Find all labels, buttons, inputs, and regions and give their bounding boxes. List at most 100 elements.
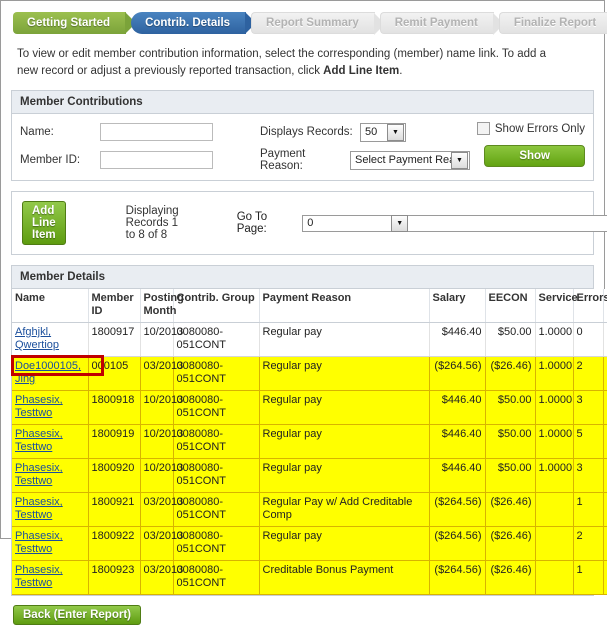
show-errors-only-row[interactable]: Show Errors Only [477, 122, 585, 135]
column-header-name: Name [12, 289, 88, 323]
cell-posting-month: 10/2013 [140, 391, 173, 425]
name-link-wrap: Phasesix, Testtwo [15, 496, 63, 521]
cell-payment-reason: Regular Pay w/ Add Creditable Comp [259, 493, 429, 527]
back-enter-report-button[interactable]: Back (Enter Report) [13, 605, 141, 625]
wizard-step-label: Report Summary [266, 17, 359, 29]
table-body: Afghjkl, Qwertiop180091710/20130080080-0… [12, 323, 607, 595]
cell-service: 1.0000 [535, 391, 573, 425]
cell-salary: $446.40 [429, 459, 485, 493]
cell-errors: 2 [573, 527, 603, 561]
cell-member-id: 1800921 [88, 493, 140, 527]
cell-name: Phasesix, Testtwo [12, 459, 88, 493]
payment-reason-row: Payment Reason: Select Payment Reas ▼ [260, 150, 470, 170]
cell-eecon: $50.00 [485, 323, 535, 357]
member-name-link[interactable]: Phasesix, Testtwo [15, 496, 63, 521]
table-row: Phasesix, Testtwo180092303/20130080080-0… [12, 561, 607, 595]
go-to-page-group: Go To Page: 0 ▼ [237, 211, 607, 235]
instruction-line-2-post: . [399, 65, 402, 77]
cell-payment-reason: Regular pay [259, 527, 429, 561]
show-button[interactable]: Show [484, 145, 585, 167]
chevron-down-icon: ▼ [387, 124, 404, 141]
table-row: Doe1000105, Jing00010503/20130080080-051… [12, 357, 607, 391]
go-to-page-label: Go To Page: [237, 211, 298, 235]
cell-posting-month: 10/2013 [140, 459, 173, 493]
column-header-member-id: Member ID [88, 289, 140, 323]
member-id-field-row: Member ID: [20, 150, 260, 170]
cell-salary: $446.40 [429, 323, 485, 357]
member-name-link[interactable]: Phasesix, Testtwo [15, 394, 63, 419]
cell-eecon: $50.00 [485, 459, 535, 493]
cell-name: Afghjkl, Qwertiop [12, 323, 88, 357]
cell-name: Doe1000105, Jing [12, 357, 88, 391]
wizard-step-contrib-details[interactable]: Contrib. Details [131, 12, 246, 34]
wizard-steps: Getting Started Contrib. Details Report … [1, 1, 604, 34]
cell-eecon: $50.00 [485, 391, 535, 425]
cell-errors: 5 [573, 425, 603, 459]
cell-name: Phasesix, Testtwo [12, 493, 88, 527]
member-name-link[interactable]: Phasesix, Testtwo [15, 530, 63, 555]
application-page: Getting Started Contrib. Details Report … [0, 0, 605, 539]
cell-contrib-group: 0080080-051CONT [173, 391, 259, 425]
cell-payment-reason: Creditable Bonus Payment [259, 561, 429, 595]
displaying-records-text: Displaying Records 1 to 8 of 8 [126, 205, 179, 241]
column-header-posting-month: Posting Month [140, 289, 173, 323]
cell-member-id: 1800918 [88, 391, 140, 425]
cell-contrib-group: 0080080-051CONT [173, 527, 259, 561]
cell-salary: $446.40 [429, 391, 485, 425]
cell-contrib-group: 0080080-051CONT [173, 357, 259, 391]
name-link-wrap: Phasesix, Testtwo [15, 564, 63, 589]
cell-errors: 1 [573, 561, 603, 595]
member-name-link[interactable]: Afghjkl, Qwertiop [15, 326, 59, 351]
go-to-page-select[interactable]: 0 ▼ [302, 215, 607, 232]
cell-service [535, 527, 573, 561]
displays-records-select[interactable]: 50 ▼ [360, 123, 406, 142]
table-row: Phasesix, Testtwo180092010/20130080080-0… [12, 459, 607, 493]
table-row: Phasesix, Testtwo180092103/20130080080-0… [12, 493, 607, 527]
go-to-page-value: 0 [303, 217, 391, 229]
column-header-errors: Errors [573, 289, 603, 323]
wizard-step-label: Contrib. Details [145, 17, 230, 29]
cell-service: 1.0000 [535, 425, 573, 459]
member-name-link[interactable]: Phasesix, Testtwo [15, 428, 63, 453]
footer-actions: Back (Enter Report) [1, 596, 604, 625]
wizard-step-finalize-report: Finalize Report [499, 12, 607, 34]
show-errors-only-label: Show Errors Only [495, 123, 585, 135]
cell-posting-month: 03/2013 [140, 493, 173, 527]
name-link-wrap: Phasesix, Testtwo [15, 428, 63, 453]
cell-member-id: 000105 [88, 357, 140, 391]
cell-eecon: $50.00 [485, 425, 535, 459]
cell-payment-reason: Regular pay [259, 323, 429, 357]
cell-member-id: 1800920 [88, 459, 140, 493]
wizard-step-getting-started[interactable]: Getting Started [13, 12, 126, 34]
name-input[interactable] [100, 123, 213, 141]
displays-records-label: Displays Records: [260, 126, 360, 138]
cell-payment-reason: Regular pay [259, 357, 429, 391]
chevron-down-icon: ▼ [451, 152, 468, 169]
table-row: Phasesix, Testtwo 180091810/20130080080-0… [12, 391, 607, 425]
member-contributions-title: Member Contributions [12, 91, 593, 114]
member-name-link[interactable]: Doe1000105, Jing [15, 360, 81, 385]
cell-errors: 3 [573, 459, 603, 493]
cell-member-id: 1800917 [88, 323, 140, 357]
wizard-step-report-summary: Report Summary [251, 12, 375, 34]
cell-eecon: ($26.46) [485, 357, 535, 391]
cell-name: Phasesix, Testtwo [12, 391, 88, 425]
member-id-input[interactable] [100, 151, 213, 169]
cell-eecon: ($26.46) [485, 561, 535, 595]
cell-salary: ($264.56) [429, 357, 485, 391]
cell-contrib-group: 0080080-051CONT [173, 323, 259, 357]
payment-reason-select[interactable]: Select Payment Reas ▼ [350, 151, 470, 170]
show-errors-only-checkbox[interactable] [477, 122, 490, 135]
add-line-item-button[interactable]: Add Line Item [22, 201, 66, 245]
member-name-link[interactable]: Phasesix, Testtwo [15, 462, 63, 487]
table-header-row: Name Member ID Posting Month Contrib. Gr… [12, 289, 607, 323]
wizard-step-label: Remit Payment [395, 17, 478, 29]
member-name-link[interactable]: Phasesix, Testtwo [15, 564, 63, 589]
instruction-add-line-item-emphasis: Add Line Item [323, 65, 399, 77]
cell-name: Phasesix, Testtwo [12, 527, 88, 561]
instruction-line-2-pre: new record or adjust a previously report… [17, 65, 323, 77]
cell-errors: 2 [573, 357, 603, 391]
cell-service [535, 493, 573, 527]
cell-member-id: 1800919 [88, 425, 140, 459]
cell-actions: ✖ [603, 425, 607, 459]
